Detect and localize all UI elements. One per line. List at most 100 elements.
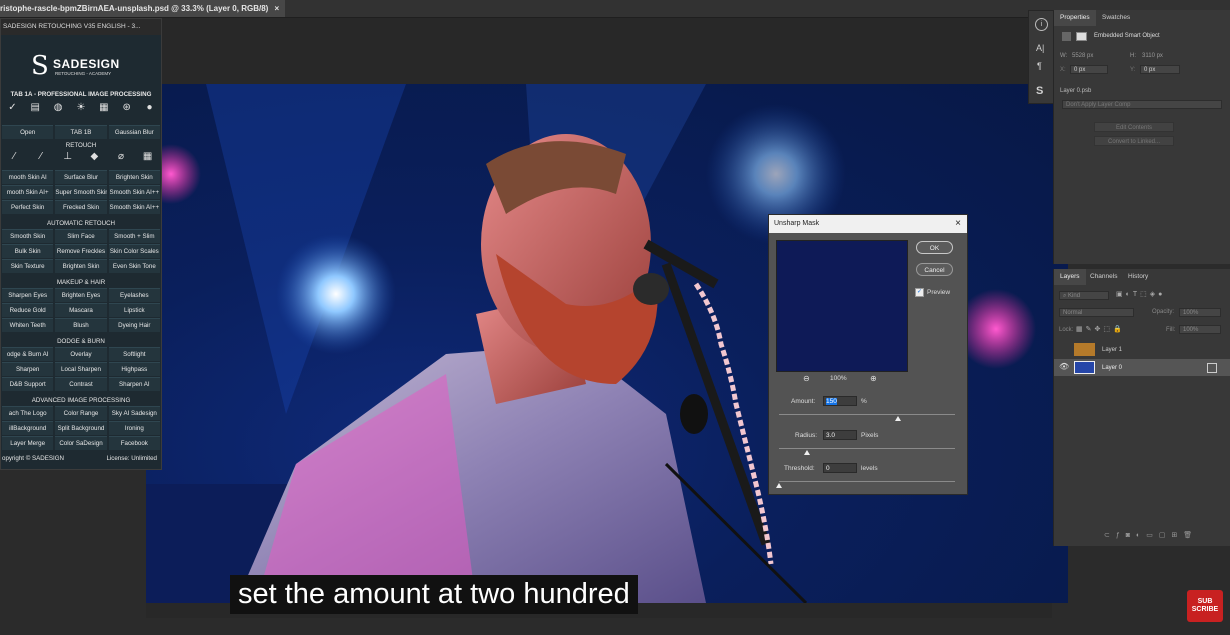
sadesign-button[interactable]: Brighten Skin	[108, 170, 160, 184]
sadesign-button[interactable]: Softlight	[108, 347, 160, 361]
sadesign-button[interactable]: Color SaDesign	[55, 436, 107, 450]
color-circles-icon[interactable]: ⊛	[116, 102, 138, 113]
eraser-icon[interactable]: ◆	[83, 151, 105, 162]
sadesign-button[interactable]: Remove Freckles	[55, 244, 107, 258]
info-icon[interactable]: i	[1035, 18, 1048, 31]
sadesign-button[interactable]: Blush	[55, 318, 107, 332]
tab-swatches[interactable]: Swatches	[1096, 10, 1136, 26]
amount-slider-thumb[interactable]	[895, 416, 901, 421]
brush-icon[interactable]: ✓	[1, 102, 23, 113]
edit-contents-button[interactable]: Edit Contents	[1094, 122, 1174, 132]
sadesign-button[interactable]: Smooth Skin	[2, 229, 54, 243]
sadesign-button[interactable]: Lipstick	[108, 303, 160, 317]
sadesign-button[interactable]: Color Range	[55, 406, 107, 420]
close-icon[interactable]: ×	[275, 4, 280, 13]
stamp-icon[interactable]: ⊥	[57, 151, 79, 162]
zoom-in-icon[interactable]: ⊕	[870, 374, 877, 383]
document-icon[interactable]: ▤	[24, 102, 46, 113]
threshold-slider-track[interactable]	[779, 481, 955, 482]
radius-input[interactable]: 3.0	[823, 430, 857, 440]
sadesign-button[interactable]: Open	[2, 125, 54, 139]
sadesign-button[interactable]: Whiten Teeth	[2, 318, 54, 332]
tab-history[interactable]: History	[1122, 269, 1154, 285]
sadesign-button[interactable]: Local Sharpen	[55, 362, 107, 376]
sadesign-button[interactable]: Surface Blur	[55, 170, 107, 184]
sadesign-button[interactable]: Skin Color Scales	[108, 244, 160, 258]
layer-row-selected[interactable]: 👁 Layer 0	[1054, 359, 1230, 376]
sadesign-button[interactable]: Brighten Eyes	[55, 288, 107, 302]
sadesign-plugin-icon[interactable]: S	[1036, 85, 1043, 97]
convert-linked-button[interactable]: Convert to Linked...	[1094, 136, 1174, 146]
sadesign-button[interactable]: Eyelashes	[108, 288, 160, 302]
radius-slider-track[interactable]	[779, 448, 955, 449]
threshold-slider-thumb[interactable]	[776, 483, 782, 488]
sadesign-button[interactable]: mooth Skin AI	[2, 170, 54, 184]
ok-button[interactable]: OK	[916, 241, 953, 254]
sadesign-button[interactable]: Mascara	[55, 303, 107, 317]
sadesign-button[interactable]: Sharpen	[2, 362, 54, 376]
sadesign-button[interactable]: Ironing	[108, 421, 160, 435]
sadesign-button[interactable]: D&B Support	[2, 377, 54, 391]
bandage-icon[interactable]: ⌀	[110, 151, 132, 162]
threshold-input[interactable]: 0	[823, 463, 857, 473]
blend-mode-select[interactable]: Normal	[1059, 308, 1134, 317]
tab-layers[interactable]: Layers	[1054, 269, 1086, 285]
sadesign-button[interactable]: ach The Logo	[2, 406, 54, 420]
sadesign-button[interactable]: Split Background	[55, 421, 107, 435]
sadesign-button[interactable]: Smooth Skin AI++	[108, 185, 160, 199]
sadesign-button[interactable]: Sky AI Sadesign	[108, 406, 160, 420]
sadesign-button[interactable]: Super Smooth Skin	[55, 185, 107, 199]
sadesign-button[interactable]: Even Skin Tone	[108, 259, 160, 273]
eye-icon[interactable]: 👁	[1059, 362, 1069, 371]
sadesign-button[interactable]: Layer Merge	[2, 436, 54, 450]
preview-window[interactable]	[776, 240, 908, 372]
opacity-field[interactable]: 100%	[1179, 308, 1221, 317]
sadesign-button[interactable]: Gaussian Blur	[108, 125, 160, 139]
sadesign-button[interactable]: Bulk Skin	[2, 244, 54, 258]
sadesign-button[interactable]: Smooth + Slim	[108, 229, 160, 243]
sadesign-button[interactable]: Slim Face	[55, 229, 107, 243]
document-tab[interactable]: ristophe-rascle-bpmZBirnAEA-unsplash.psd…	[0, 0, 286, 17]
grid-icon[interactable]: ▦	[137, 151, 159, 162]
lock-icons[interactable]: ▦✎✥⬚🔒	[1076, 325, 1125, 333]
sadesign-button[interactable]: Smooth Skin AI++	[108, 200, 160, 214]
tab-channels[interactable]: Channels	[1084, 269, 1123, 285]
sadesign-button[interactable]: Brighten Skin	[55, 259, 107, 273]
sadesign-button[interactable]: Facebook	[108, 436, 160, 450]
sadesign-button[interactable]: illBackground	[2, 421, 54, 435]
amount-input[interactable]: 150	[823, 396, 857, 406]
character-icon[interactable]: A|	[1036, 43, 1044, 53]
cancel-button[interactable]: Cancel	[916, 263, 953, 276]
layers-footer-icons[interactable]: ⊂ƒ◙◐▭▢⊞🗑	[1104, 531, 1198, 539]
sadesign-button[interactable]: Dyeing Hair	[108, 318, 160, 332]
brush-icon[interactable]: ⁄	[30, 151, 52, 162]
sadesign-button[interactable]: Sharpen AI	[108, 377, 160, 391]
tab-properties[interactable]: Properties	[1054, 10, 1096, 26]
amount-slider-track[interactable]	[779, 414, 955, 415]
y-field[interactable]: 0 px	[1140, 65, 1180, 74]
sadesign-button[interactable]: Highpass	[108, 362, 160, 376]
paragraph-icon[interactable]: ¶	[1037, 61, 1042, 71]
sun-icon[interactable]: ☀	[70, 102, 92, 113]
layer-row[interactable]: Layer 1	[1054, 341, 1230, 358]
zoom-out-icon[interactable]: ⊖	[803, 374, 810, 383]
sadesign-button[interactable]: Frecked Skin	[55, 200, 107, 214]
sadesign-button[interactable]: Skin Texture	[2, 259, 54, 273]
layer-comp-select[interactable]: Don't Apply Layer Comp	[1062, 100, 1222, 109]
person-icon[interactable]: ●	[138, 102, 160, 113]
radius-slider-thumb[interactable]	[804, 450, 810, 455]
sadesign-button[interactable]: Contrast	[55, 377, 107, 391]
x-field[interactable]: 0 px	[1070, 65, 1108, 74]
sadesign-button[interactable]: Perfect Skin	[2, 200, 54, 214]
subscribe-button[interactable]: SUB SCRIBE	[1187, 590, 1223, 622]
close-icon[interactable]: ×	[955, 218, 961, 229]
layer-kind-filter[interactable]: ⌕ Kind	[1059, 291, 1109, 300]
sadesign-button[interactable]: mooth Skin AI+	[2, 185, 54, 199]
globe-icon[interactable]: ◍	[47, 102, 69, 113]
sadesign-button[interactable]: TAB 1B	[55, 125, 107, 139]
preview-checkbox[interactable]: ✓	[915, 288, 924, 297]
sadesign-button[interactable]: Overlay	[55, 347, 107, 361]
sadesign-button[interactable]: Reduce Gold	[2, 303, 54, 317]
file-icon[interactable]: ▦	[93, 102, 115, 113]
sadesign-button[interactable]: Sharpen Eyes	[2, 288, 54, 302]
